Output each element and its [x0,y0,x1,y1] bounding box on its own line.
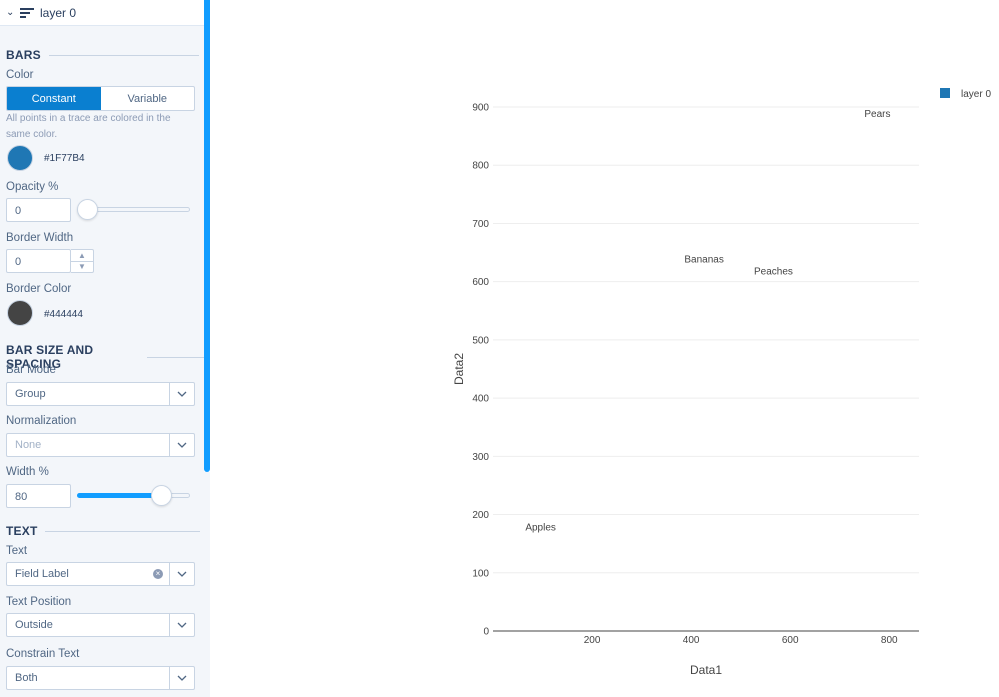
x-tick-label: 800 [881,635,898,646]
bar [759,258,771,631]
normalization-value: None [15,439,42,451]
constrain-text-value: Both [15,672,38,684]
chart-marks: Apples Bananas Peaches Pears [525,107,890,631]
y-tick-label: 500 [472,335,489,346]
legend-swatch [940,88,950,98]
bar-chart-icon [20,7,34,18]
text-position-label: Text Position [6,596,72,608]
x-tick-label: 200 [584,635,601,646]
x-axis-ticks: 200 400 600 800 [584,635,898,646]
color-help-text: All points in a trace are colored in the… [6,113,171,140]
section-bars-title: BARS [6,48,41,62]
width-slider-handle[interactable] [151,485,172,506]
color-label: Color [6,69,34,81]
y-tick-label: 0 [483,627,489,638]
y-tick-label: 700 [472,219,489,230]
bar-mode-dropdown[interactable]: Group [6,382,195,406]
text-field-label: Text [6,545,28,557]
chevron-down-icon[interactable] [169,383,194,405]
color-mode-constant[interactable]: Constant [7,87,101,110]
color-mode-variable[interactable]: Variable [101,87,195,110]
clear-icon[interactable]: × [153,569,163,579]
chevron-down-icon[interactable] [169,434,194,456]
y-tick-label: 400 [472,394,489,405]
chart-gridlines [493,106,919,574]
width-label: Width % [6,466,49,478]
border-color-swatch[interactable] [7,300,33,326]
bar [690,247,702,631]
y-tick-label: 800 [472,161,489,172]
border-width-input[interactable]: 0 [6,249,71,273]
section-text: TEXT [6,524,201,538]
chevron-down-icon[interactable]: ⌄ [6,7,16,18]
opacity-input[interactable]: 0 [6,198,71,222]
bar-chart: Apples Bananas Peaches Pears 0 100 200 300 400 5… [452,88,991,677]
layer-name: layer 0 [40,5,77,20]
text-field-value: Field Label [15,568,69,580]
trace-style-panel: ⌄ layer 0 BARS Color Constant Variable A… [0,0,204,697]
trace-color-hex: #1F77B4 [44,153,85,164]
constrain-text-label: Constrain Text [6,648,80,660]
section-divider [45,530,201,532]
layer-header[interactable]: ⌄ layer 0 [0,0,204,26]
bar-text-label: Apples [525,523,556,534]
text-field-dropdown[interactable]: Field Label × [6,562,195,586]
x-axis-title: Data1 [690,663,722,677]
y-axis-title: Data2 [452,353,466,385]
chevron-down-icon[interactable] [169,667,194,689]
y-tick-label: 300 [472,452,489,463]
opacity-label: Opacity % [6,181,59,193]
bar [863,107,875,631]
x-tick-label: 400 [683,635,700,646]
chevron-down-icon[interactable] [169,563,194,585]
legend-label: layer 0 [961,89,991,100]
normalization-label: Normalization [6,415,77,427]
chevron-down-icon[interactable] [169,614,194,636]
color-mode-toggle: Constant Variable [6,86,195,111]
section-divider [146,356,204,358]
text-position-dropdown[interactable]: Outside [6,613,195,637]
y-tick-label: 100 [472,568,489,579]
x-tick-label: 600 [782,635,799,646]
legend[interactable]: layer 0 [940,88,991,100]
section-bars: BARS [6,48,199,62]
section-text-title: TEXT [6,524,38,538]
constrain-text-dropdown[interactable]: Both [6,666,195,690]
bar-mode-value: Group [15,388,46,400]
bar-text-label: Bananas [684,255,723,266]
border-color-hex: #444444 [44,309,83,320]
stepper-down-icon[interactable]: ▼ [71,260,93,273]
text-position-value: Outside [15,619,53,631]
y-tick-label: 200 [472,510,489,521]
bar-text-label: Peaches [754,266,793,277]
bar-mode-label: Bar Mode [6,364,56,376]
y-axis-ticks: 0 100 200 300 400 500 600 700 800 900 [472,103,489,638]
bar-text-label: Pears [864,109,890,120]
border-color-label: Border Color [6,283,72,295]
normalization-dropdown[interactable]: None [6,433,195,457]
y-tick-label: 600 [472,277,489,288]
trace-color-swatch[interactable] [7,145,33,171]
section-divider [48,54,199,56]
y-tick-label: 900 [472,103,489,114]
border-width-stepper: ▲ ▼ [71,249,94,273]
stepper-up-icon[interactable]: ▲ [71,250,93,261]
border-width-label: Border Width [6,232,74,244]
width-input[interactable]: 80 [6,484,71,508]
opacity-slider-handle[interactable] [77,199,98,220]
